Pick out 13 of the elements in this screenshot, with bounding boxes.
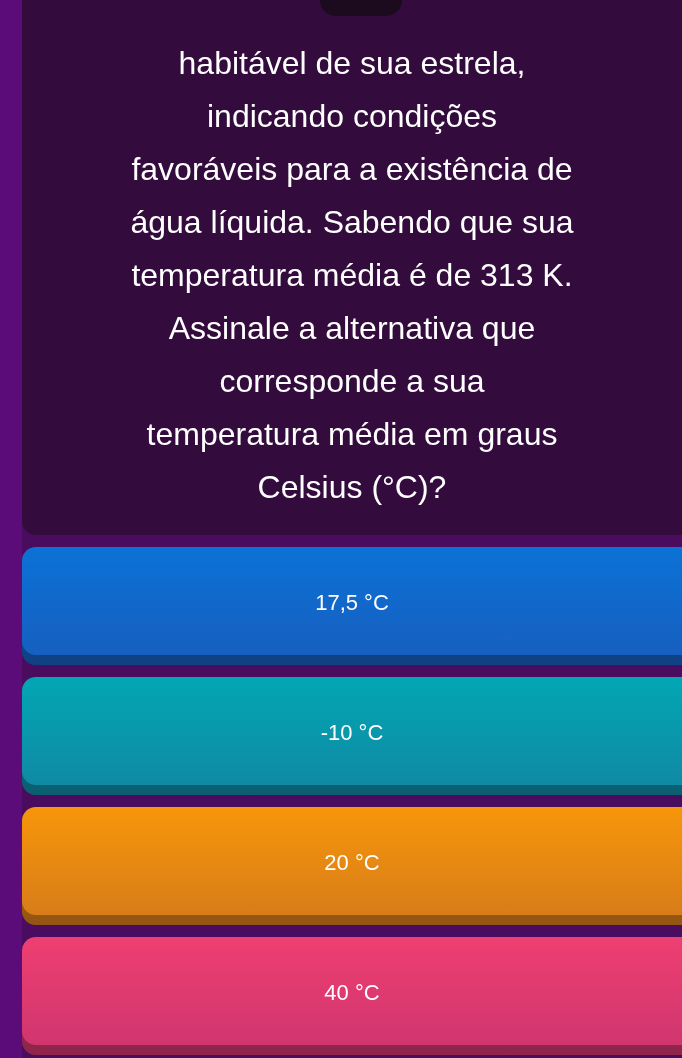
question-text-line: temperatura média em graus [146, 415, 558, 454]
answer-option[interactable]: 40 °C [22, 937, 682, 1055]
question-text-line: indicando condições [207, 97, 497, 136]
question-text-line: Assinale a alternativa que [168, 309, 536, 348]
question-text-line: água líquida. Sabendo que sua [130, 203, 574, 242]
answer-option[interactable]: 17,5 °C [22, 547, 682, 665]
question-text-line: corresponde a sua [219, 362, 485, 401]
answer-option[interactable]: 20 °C [22, 807, 682, 925]
question-text-line: habitável de sua estrela, [178, 44, 526, 83]
question-text-line: Celsius (°C)? [257, 468, 447, 507]
question-text-line: temperatura média é de 313 K. [131, 256, 573, 295]
question-text-line: favoráveis para a existência de [131, 150, 573, 189]
answer-option[interactable]: -10 °C [22, 677, 682, 795]
